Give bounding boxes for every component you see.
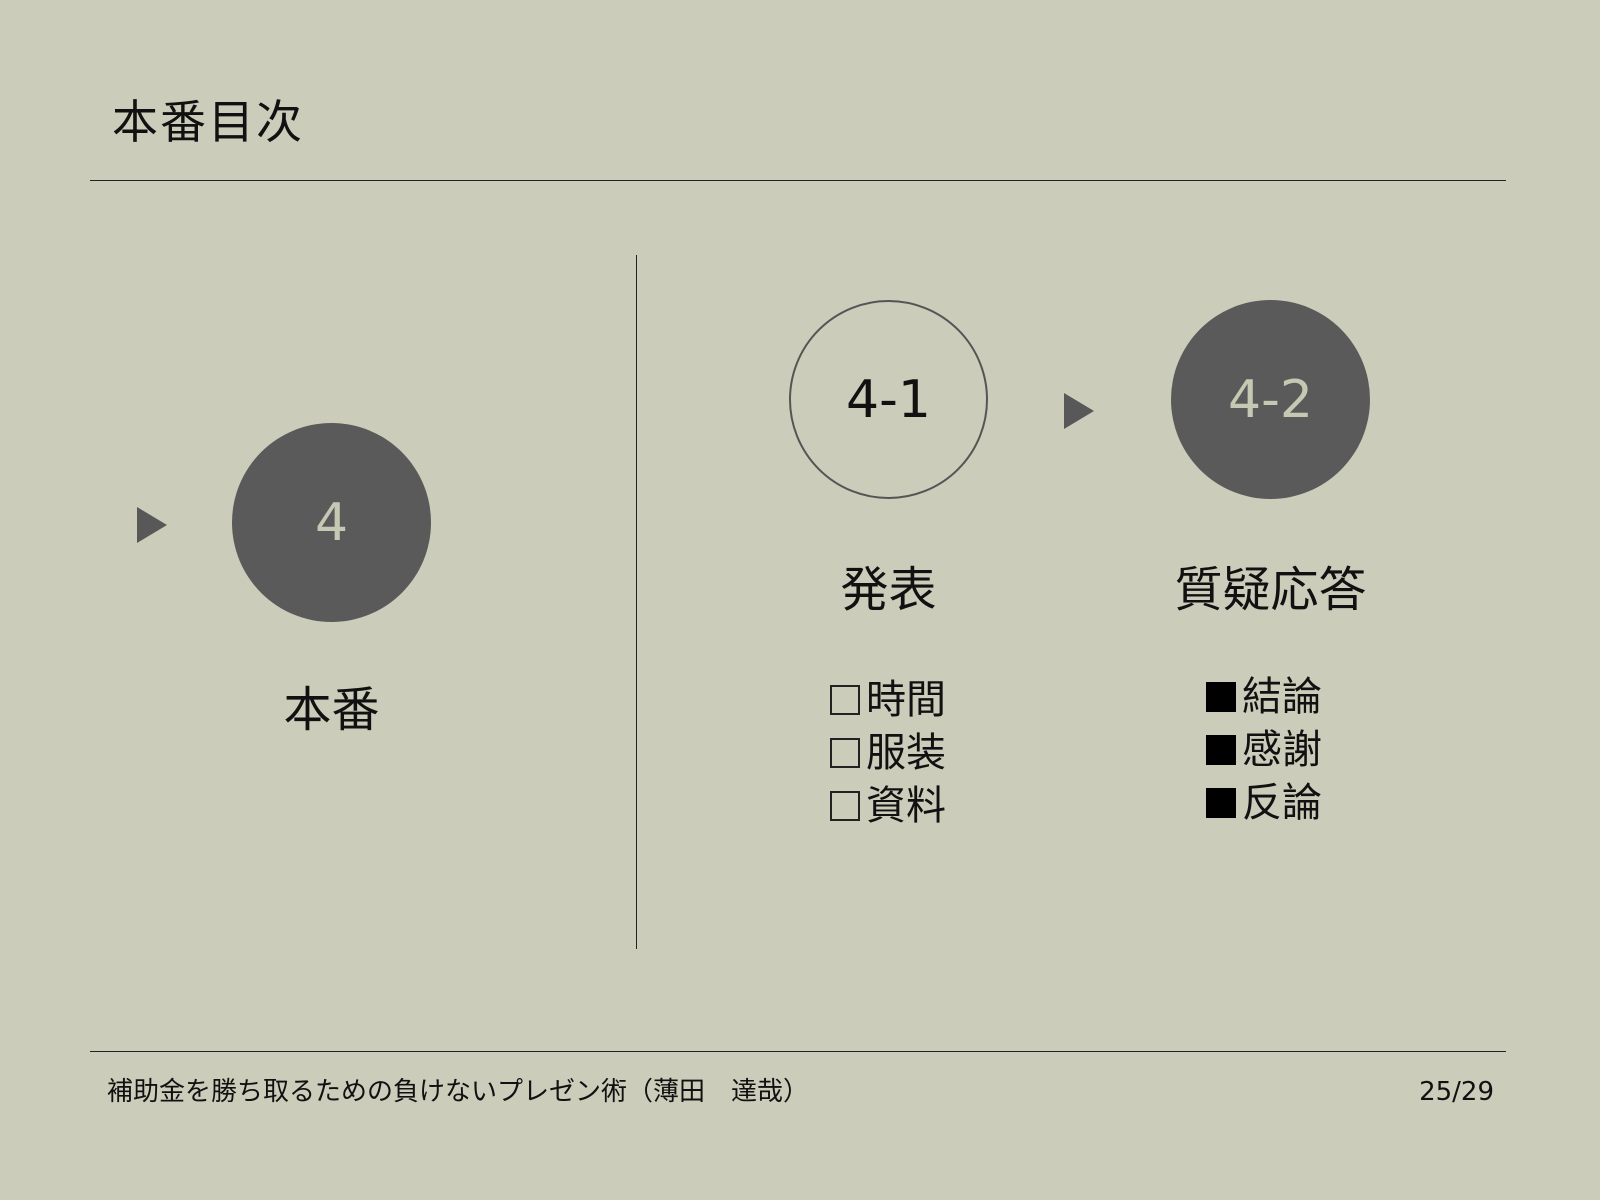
checkbox-empty-icon xyxy=(830,791,860,821)
checkbox-empty-icon xyxy=(830,738,860,768)
footer-title: 補助金を勝ち取るための負けないプレゼン術（薄田 達哉） xyxy=(107,1077,810,1107)
checklist-item-text: 時間 xyxy=(866,677,946,723)
step-4-1-circle: 4-1 xyxy=(789,300,988,499)
step-4-2-number: 4-2 xyxy=(1228,369,1313,430)
checklist-item: 時間 xyxy=(830,674,946,726)
step-4-2-label: 質疑応答 xyxy=(1174,562,1367,618)
checklist-item-text: 感謝 xyxy=(1242,727,1322,773)
checklist-item: 資料 xyxy=(830,780,946,832)
checklist-item-text: 反論 xyxy=(1242,780,1322,826)
checklist-item-text: 服装 xyxy=(866,730,946,776)
checklist-item: 感謝 xyxy=(1206,724,1322,776)
checklist-item-text: 資料 xyxy=(866,783,946,829)
page-number: 25/29 xyxy=(1419,1077,1494,1107)
filled-square-icon xyxy=(1206,682,1236,712)
checklist-item-text: 結論 xyxy=(1242,674,1322,720)
current-section-arrow-icon xyxy=(137,507,167,543)
section-number: 4 xyxy=(314,492,349,553)
next-step-arrow-icon xyxy=(1064,393,1094,429)
step-4-1-number: 4-1 xyxy=(846,369,931,430)
checklist-item: 服装 xyxy=(830,727,946,779)
slide-title: 本番目次 xyxy=(112,95,304,149)
checkbox-empty-icon xyxy=(830,685,860,715)
section-label: 本番 xyxy=(283,682,380,738)
step-4-2-circle: 4-2 xyxy=(1171,300,1370,499)
filled-square-icon xyxy=(1206,788,1236,818)
section-number-circle: 4 xyxy=(232,423,431,622)
footer-divider xyxy=(90,1051,1506,1052)
checklist-item: 反論 xyxy=(1206,777,1322,829)
header-divider xyxy=(90,180,1506,181)
section-divider xyxy=(636,255,637,949)
filled-square-icon xyxy=(1206,735,1236,765)
step-4-1-label: 発表 xyxy=(840,562,937,618)
checklist-item: 結論 xyxy=(1206,671,1322,723)
